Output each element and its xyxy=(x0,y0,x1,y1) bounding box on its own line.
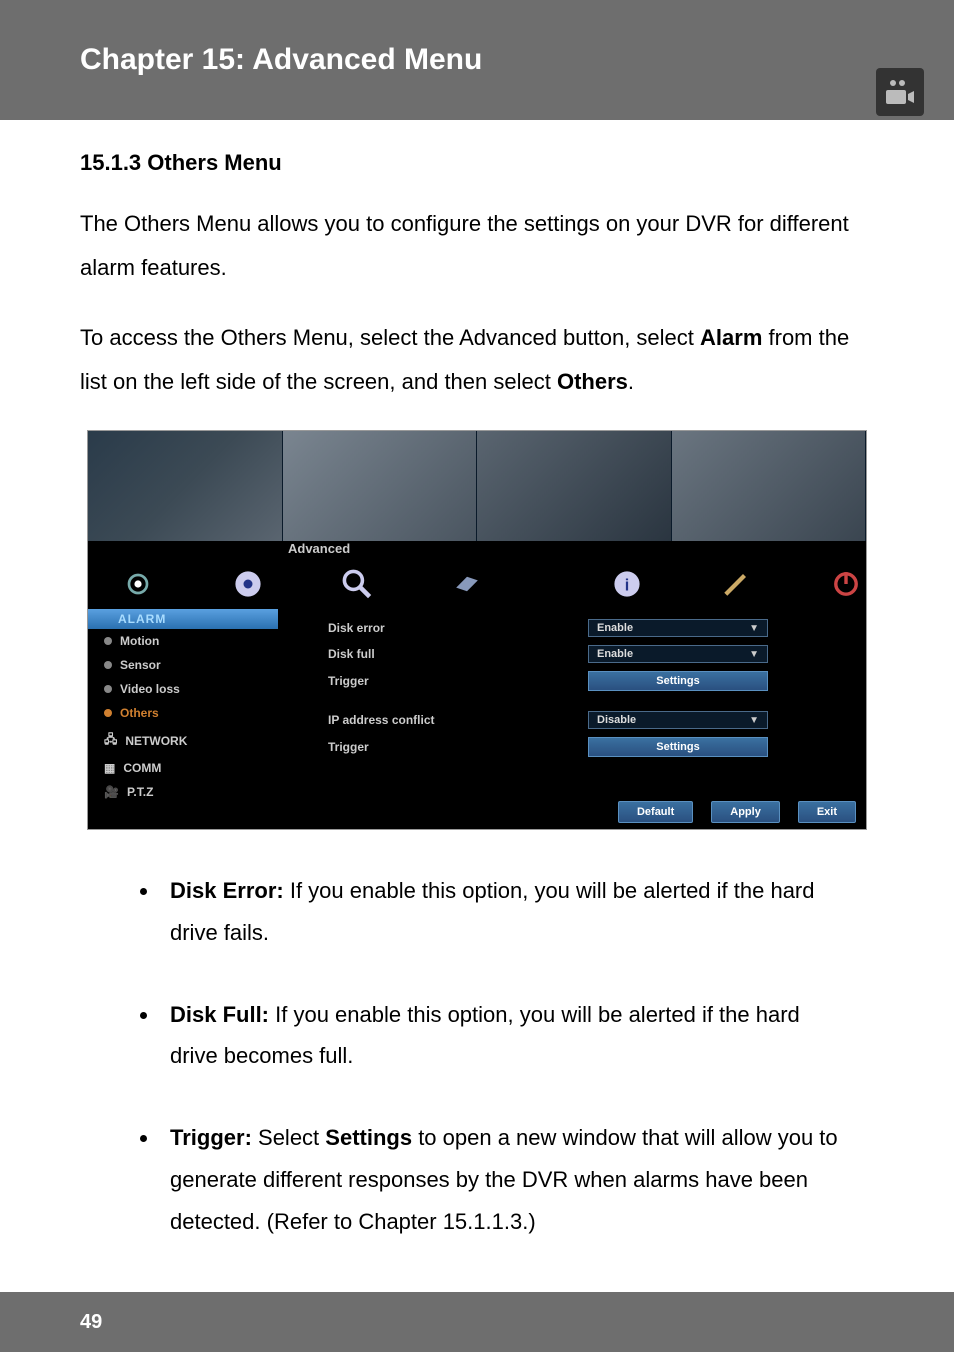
settings-button[interactable]: Settings xyxy=(588,671,768,691)
sidebar-item-video-loss[interactable]: Video loss xyxy=(88,677,278,701)
sidebar-section-ptz[interactable]: 🎥 P.T.Z xyxy=(88,780,278,804)
bullet-trigger: Trigger: Select Settings to open a new w… xyxy=(160,1117,844,1242)
intro-paragraph: The Others Menu allows you to configure … xyxy=(80,202,874,290)
toolbar: i xyxy=(88,559,866,609)
disk-icon[interactable] xyxy=(447,564,487,604)
bottom-buttons: Default Apply Exit xyxy=(618,801,856,823)
label-disk-full: Disk full xyxy=(288,647,588,661)
row-trigger-2: Trigger Settings xyxy=(288,737,856,757)
apply-button[interactable]: Apply xyxy=(711,801,780,823)
access-text-suffix: . xyxy=(628,369,634,394)
default-button[interactable]: Default xyxy=(618,801,693,823)
dvr-screenshot: Advanced i ALARM xyxy=(87,430,867,830)
camera-preview-strip xyxy=(88,431,866,541)
settings-panel: Disk error Enable ▼ Disk full Enable ▼ Tri… xyxy=(288,619,856,765)
access-paragraph: To access the Others Menu, select the Ad… xyxy=(80,316,874,404)
page-footer: 49 xyxy=(0,1292,954,1352)
bullet-text-pre: Select xyxy=(252,1125,325,1150)
sidebar: ALARM Motion Sensor Video loss Others 🖧 N… xyxy=(88,609,278,803)
ptz-icon: 🎥 xyxy=(104,785,119,799)
label-disk-error: Disk error xyxy=(288,621,588,635)
camera-preview-3 xyxy=(477,431,672,541)
svg-text:i: i xyxy=(624,576,629,594)
label-ip-conflict: IP address conflict xyxy=(288,713,588,727)
camera-preview-4 xyxy=(672,431,867,541)
access-bold-others: Others xyxy=(557,369,628,394)
select-disk-error[interactable]: Enable ▼ xyxy=(588,619,768,637)
network-icon: 🖧 xyxy=(104,730,117,751)
row-trigger-1: Trigger Settings xyxy=(288,671,856,691)
sidebar-header-alarm[interactable]: ALARM xyxy=(88,609,278,629)
window-title: Advanced xyxy=(288,541,350,556)
chapter-header: Chapter 15: Advanced Menu xyxy=(0,0,954,120)
record-icon[interactable] xyxy=(228,564,268,604)
bullet-list: Disk Error: If you enable this option, y… xyxy=(80,870,874,1243)
access-text-pre: To access the Others Menu, select the Ad… xyxy=(80,325,700,350)
sidebar-item-label: Sensor xyxy=(120,658,161,672)
section-heading: 15.1.3 Others Menu xyxy=(80,150,874,176)
camera-icon xyxy=(876,68,924,116)
sidebar-section-comm[interactable]: ▦ COMM xyxy=(88,756,278,780)
chevron-down-icon: ▼ xyxy=(749,623,759,634)
exit-button[interactable]: Exit xyxy=(798,801,856,823)
sidebar-item-others[interactable]: Others xyxy=(88,701,278,725)
camera-preview-1 xyxy=(88,431,283,541)
bullet-title: Disk Error: xyxy=(170,878,284,903)
chapter-title: Chapter 15: Advanced Menu xyxy=(80,43,482,77)
sidebar-section-label: P.T.Z xyxy=(127,785,153,799)
bullet-icon xyxy=(104,685,112,693)
page-number: 49 xyxy=(80,1311,102,1334)
row-disk-full: Disk full Enable ▼ xyxy=(288,645,856,663)
bullet-icon xyxy=(104,637,112,645)
select-ip-conflict[interactable]: Disable ▼ xyxy=(588,711,768,729)
select-value: Enable xyxy=(597,648,633,660)
bullet-title: Trigger: xyxy=(170,1125,252,1150)
sidebar-section-label: COMM xyxy=(123,761,161,775)
gear-icon[interactable] xyxy=(118,564,158,604)
access-bold-alarm: Alarm xyxy=(700,325,762,350)
search-icon[interactable] xyxy=(337,564,377,604)
bullet-icon xyxy=(104,661,112,669)
sidebar-item-motion[interactable]: Motion xyxy=(88,629,278,653)
sidebar-section-label: NETWORK xyxy=(125,734,187,748)
select-value: Enable xyxy=(597,622,633,634)
sidebar-section-network[interactable]: 🖧 NETWORK xyxy=(88,725,278,756)
comm-icon: ▦ xyxy=(104,761,115,775)
bullet-title: Disk Full: xyxy=(170,1002,269,1027)
select-value: Disable xyxy=(597,714,636,726)
sidebar-item-sensor[interactable]: Sensor xyxy=(88,653,278,677)
tool-icon[interactable] xyxy=(717,564,757,604)
bullet-disk-full: Disk Full: If you enable this option, yo… xyxy=(160,994,844,1078)
chevron-down-icon: ▼ xyxy=(749,715,759,726)
select-disk-full[interactable]: Enable ▼ xyxy=(588,645,768,663)
label-trigger: Trigger xyxy=(288,674,588,688)
bullet-disk-error: Disk Error: If you enable this option, y… xyxy=(160,870,844,954)
label-trigger: Trigger xyxy=(288,740,588,754)
info-icon[interactable]: i xyxy=(607,564,647,604)
page-content: 15.1.3 Others Menu The Others Menu allow… xyxy=(0,120,954,1243)
row-ip-conflict: IP address conflict Disable ▼ xyxy=(288,711,856,729)
row-disk-error: Disk error Enable ▼ xyxy=(288,619,856,637)
settings-button[interactable]: Settings xyxy=(588,737,768,757)
bullet-bold-settings: Settings xyxy=(325,1125,412,1150)
camera-preview-2 xyxy=(283,431,478,541)
sidebar-item-label: Motion xyxy=(120,634,159,648)
bullet-icon xyxy=(104,709,112,717)
power-icon[interactable] xyxy=(826,564,866,604)
sidebar-item-label: Others xyxy=(120,706,159,720)
sidebar-item-label: Video loss xyxy=(120,682,180,696)
chevron-down-icon: ▼ xyxy=(749,649,759,660)
